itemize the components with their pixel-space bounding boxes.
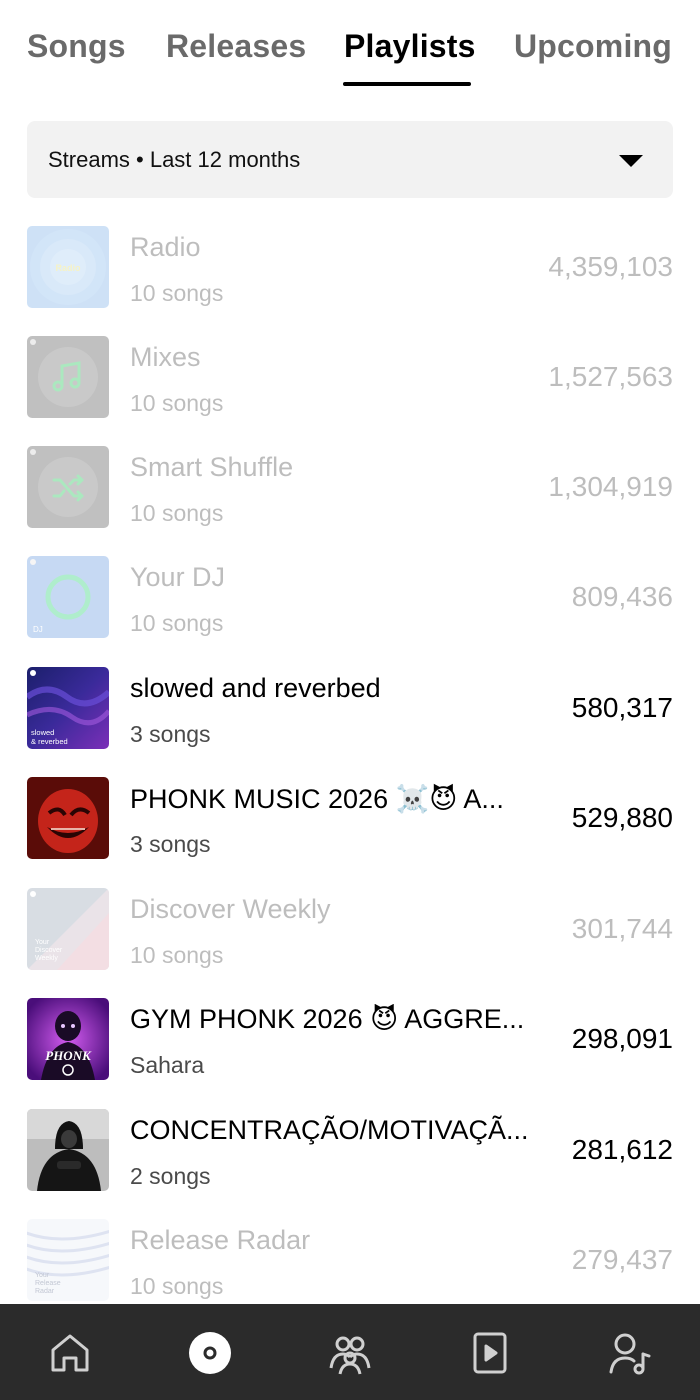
playlist-subtitle: Sahara <box>130 1052 205 1078</box>
phonk-music-artwork <box>27 777 109 859</box>
playlist-title: Release Radar <box>130 1225 311 1255</box>
playlist-subtitle: 10 songs <box>130 610 224 636</box>
svg-text:Release: Release <box>35 1280 61 1287</box>
playlist-subtitle: 10 songs <box>130 942 224 968</box>
svg-text:Your: Your <box>35 1272 50 1279</box>
playlist-row-radio[interactable]: Radio Radio 10 songs 4,359,103 <box>0 226 700 336</box>
dj-artwork-label: DJ <box>33 625 43 634</box>
svg-text:& reverbed: & reverbed <box>31 737 68 746</box>
playlist-subtitle: 3 songs <box>130 831 211 857</box>
playlist-title: Discover Weekly <box>130 894 331 924</box>
smart-shuffle-artwork <box>27 446 109 528</box>
svg-text:Weekly: Weekly <box>35 955 58 962</box>
playlist-title: Radio <box>130 232 201 262</box>
svg-text:Discover: Discover <box>35 947 63 954</box>
playlist-row-concentracao[interactable]: CONCENTRAÇÃO/MOTIVAÇÃ... 2 songs 281,612 <box>0 1109 700 1219</box>
playlist-subtitle: 10 songs <box>130 1273 224 1299</box>
audience-icon[interactable] <box>327 1330 373 1376</box>
playlist-title: PHONK MUSIC 2026 ☠️😈 A... <box>130 784 504 814</box>
stream-count: 529,880 <box>571 802 673 833</box>
playlist-title: Smart Shuffle <box>130 452 294 482</box>
home-icon[interactable] <box>47 1330 93 1376</box>
playlist-row-your-dj[interactable]: DJ Your DJ 10 songs 809,436 <box>0 556 700 666</box>
mixes-artwork <box>27 336 109 418</box>
svg-text:Radar: Radar <box>35 1288 55 1295</box>
stream-count: 279,437 <box>571 1244 673 1275</box>
playlist-title: CONCENTRAÇÃO/MOTIVAÇÃ... <box>130 1115 529 1145</box>
concentracao-artwork <box>27 1109 109 1191</box>
playlist-row-slowed-and-reverbed[interactable]: slowed & reverbed slowed and reverbed 3 … <box>0 667 700 777</box>
playlist-row-smart-shuffle[interactable]: Smart Shuffle 10 songs 1,304,919 <box>0 446 700 556</box>
playlist-row-phonk-music[interactable]: PHONK MUSIC 2026 ☠️😈 A... 3 songs 529,88… <box>0 777 700 887</box>
svg-text:Your: Your <box>35 939 50 946</box>
svg-text:slowed: slowed <box>31 728 54 737</box>
playlist-row-gym-phonk[interactable]: PHONK GYM PHONK 2026 😈 AGGRE... Sahara 2… <box>0 998 700 1108</box>
your-dj-artwork: DJ <box>27 556 109 638</box>
tab-upcoming[interactable]: Upcoming <box>514 28 672 65</box>
release-radar-artwork: Your Release Radar <box>27 1219 109 1301</box>
playlist-title: GYM PHONK 2026 😈 AGGRE... <box>130 1004 525 1034</box>
stream-count: 4,359,103 <box>548 251 673 282</box>
playlist-subtitle: 10 songs <box>130 390 224 416</box>
stream-count: 301,744 <box>571 913 673 944</box>
campaigns-icon[interactable] <box>467 1330 513 1376</box>
playlist-title: slowed and reverbed <box>130 673 381 703</box>
gym-phonk-artwork: PHONK <box>27 998 109 1080</box>
stream-count: 1,527,563 <box>548 361 673 392</box>
artist-profile-icon[interactable] <box>607 1330 653 1376</box>
caret-down-icon <box>619 155 643 167</box>
tab-releases[interactable]: Releases <box>166 28 306 65</box>
music-disc-icon[interactable] <box>187 1330 233 1376</box>
stream-count: 298,091 <box>571 1023 673 1054</box>
playlist-subtitle: 2 songs <box>130 1163 211 1189</box>
slowed-and-reverbed-artwork: slowed & reverbed <box>27 667 109 749</box>
playlist-subtitle: 10 songs <box>130 500 224 526</box>
phonk-artwork-label: PHONK <box>45 1048 92 1063</box>
playlist-row-discover-weekly[interactable]: Your Discover Weekly Discover Weekly 10 … <box>0 888 700 998</box>
tab-playlists[interactable]: Playlists <box>344 28 476 65</box>
active-tab-indicator <box>343 82 471 86</box>
stream-count: 281,612 <box>571 1134 673 1165</box>
tab-songs[interactable]: Songs <box>27 28 126 65</box>
playlist-subtitle: 10 songs <box>130 280 224 306</box>
stream-count: 1,304,919 <box>548 471 673 502</box>
bottom-navigation <box>0 1304 700 1400</box>
radio-artwork-label: Radio <box>55 263 81 273</box>
playlist-title: Mixes <box>130 342 201 372</box>
stream-count: 580,317 <box>571 692 673 723</box>
discover-weekly-artwork: Your Discover Weekly <box>27 888 109 970</box>
filter-label: Streams • Last 12 months <box>48 147 301 172</box>
streams-filter-dropdown[interactable]: Streams • Last 12 months <box>27 121 673 198</box>
stream-count: 809,436 <box>571 581 673 612</box>
tab-bar: Songs Releases Playlists Upcoming <box>0 0 700 100</box>
playlist-title: Your DJ <box>130 562 226 592</box>
radio-artwork: Radio <box>27 226 109 308</box>
playlist-subtitle: 3 songs <box>130 721 211 747</box>
playlist-row-mixes[interactable]: Mixes 10 songs 1,527,563 <box>0 336 700 446</box>
